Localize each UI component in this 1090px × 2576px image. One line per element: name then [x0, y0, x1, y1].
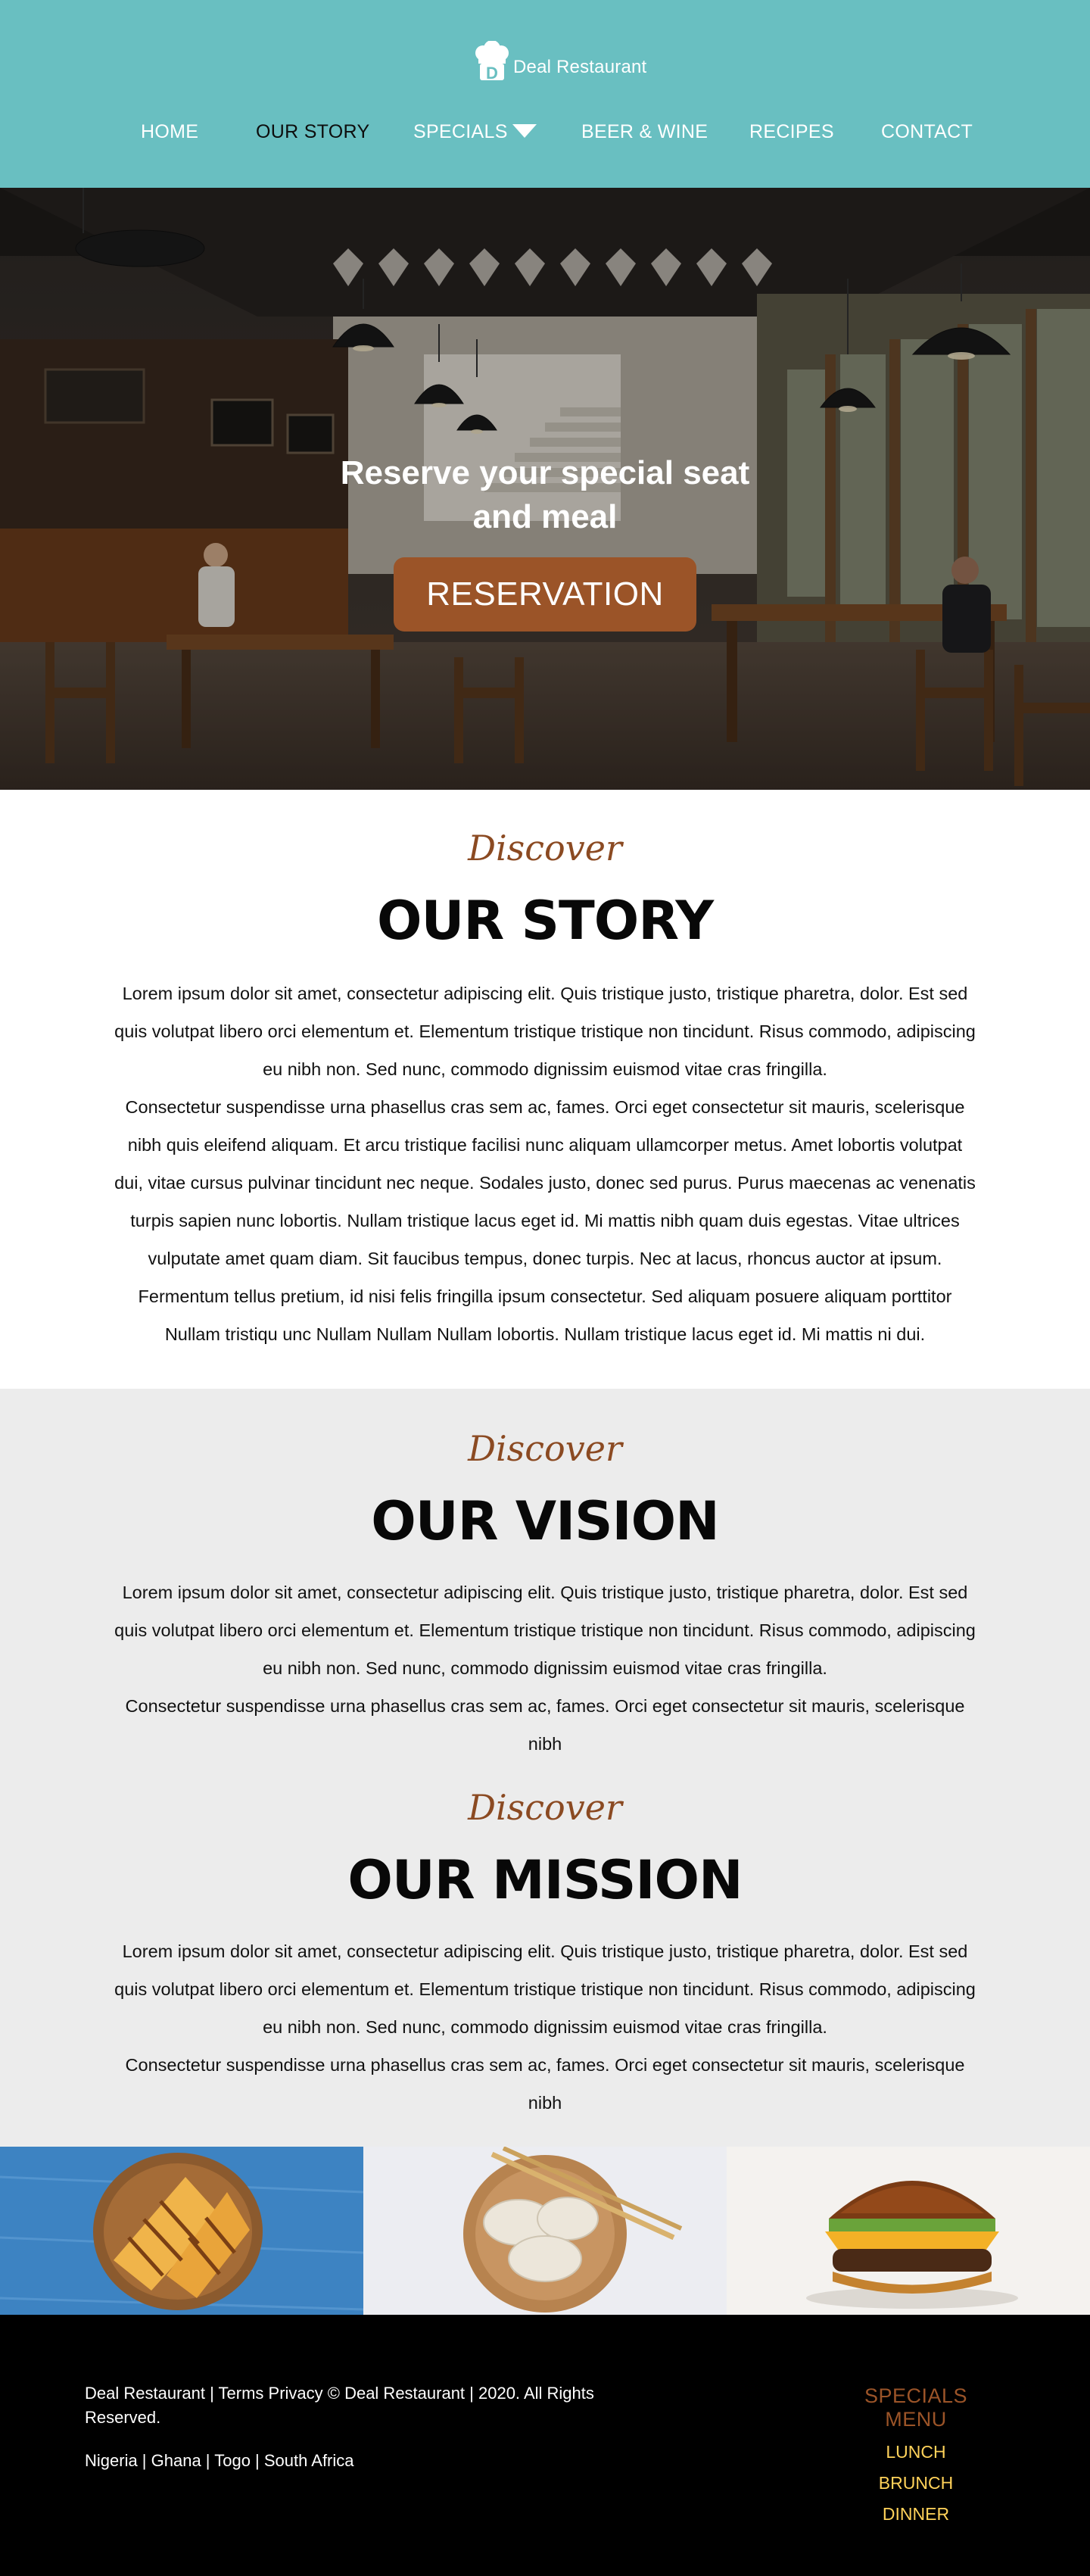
mission-paragraph-2: Consectetur suspendisse urna phasellus c… [125, 2055, 965, 2113]
mission-title: OUR MISSION [347, 1849, 743, 1911]
mission-eyebrow: Discover [468, 1787, 622, 1828]
story-title: OUR STORY [376, 890, 714, 952]
main-nav: HOME OUR STORY SPECIALS BEER & WINE RECI… [0, 121, 1090, 148]
logo-text: Deal Restaurant [513, 57, 647, 77]
vision-paragraph-2: Consectetur suspendisse urna phasellus c… [125, 1696, 965, 1754]
nav-our-story[interactable]: OUR STORY [256, 121, 369, 143]
vision-paragraph-1: Lorem ipsum dolor sit amet, consectetur … [114, 1583, 976, 1678]
our-story-section: Discover OUR STORY Lorem ipsum dolor sit… [0, 790, 1090, 1389]
site-header: D Deal Restaurant HOME OUR STORY SPECIAL… [0, 0, 1090, 188]
svg-text:D: D [486, 64, 498, 83]
nav-specials-label: SPECIALS [413, 121, 508, 142]
site-footer: Deal Restaurant | Terms Privacy © Deal R… [0, 2315, 1090, 2576]
mission-body: Lorem ipsum dolor sit amet, consectetur … [114, 1932, 976, 2122]
reservation-button[interactable]: RESERVATION [394, 557, 696, 632]
footer-link-lunch[interactable]: LUNCH [840, 2442, 992, 2462]
vision-eyebrow: Discover [468, 1428, 622, 1469]
hero-banner: Reserve your special seat and meal RESER… [0, 188, 1090, 790]
hero-headline: Reserve your special seat and meal [340, 454, 750, 535]
dumplings-image [363, 2147, 727, 2315]
chevron-down-icon [512, 124, 537, 139]
story-paragraph-1: Lorem ipsum dolor sit amet, consectetur … [114, 984, 976, 1079]
nav-specials[interactable]: SPECIALS [413, 121, 537, 143]
footer-link-brunch[interactable]: BRUNCH [840, 2473, 992, 2493]
nav-beer-wine[interactable]: BEER & WINE [581, 121, 708, 143]
nav-contact[interactable]: CONTACT [881, 121, 973, 143]
mission-paragraph-1: Lorem ipsum dolor sit amet, consectetur … [114, 1941, 976, 2037]
vision-body: Lorem ipsum dolor sit amet, consectetur … [114, 1573, 976, 1763]
burger-image [727, 2147, 1090, 2315]
story-body: Lorem ipsum dolor sit amet, consectetur … [114, 975, 976, 1353]
food-gallery [0, 2147, 1090, 2315]
footer-copyright: Deal Restaurant | Terms Privacy © Deal R… [85, 2384, 594, 2427]
footer-countries: Nigeria | Ghana | Togo | South Africa [85, 2451, 354, 2470]
vision-mission-section: Discover OUR VISION Lorem ipsum dolor si… [0, 1389, 1090, 2147]
footer-specials-menu: SPECIALS MENU LUNCH BRUNCH DINNER [840, 2384, 992, 2525]
nav-recipes[interactable]: RECIPES [749, 121, 834, 143]
story-paragraph-2: Consectetur suspendisse urna phasellus c… [114, 1097, 976, 1344]
story-eyebrow: Discover [468, 828, 622, 869]
chef-hat-icon: D [471, 40, 512, 83]
nav-home[interactable]: HOME [141, 121, 198, 143]
footer-link-dinner[interactable]: DINNER [840, 2504, 992, 2525]
vision-title: OUR VISION [371, 1490, 719, 1552]
footer-menu-title: SPECIALS MENU [864, 2384, 968, 2431]
logo[interactable]: D Deal Restaurant [471, 40, 647, 83]
grilled-sandwich-image [0, 2147, 363, 2315]
